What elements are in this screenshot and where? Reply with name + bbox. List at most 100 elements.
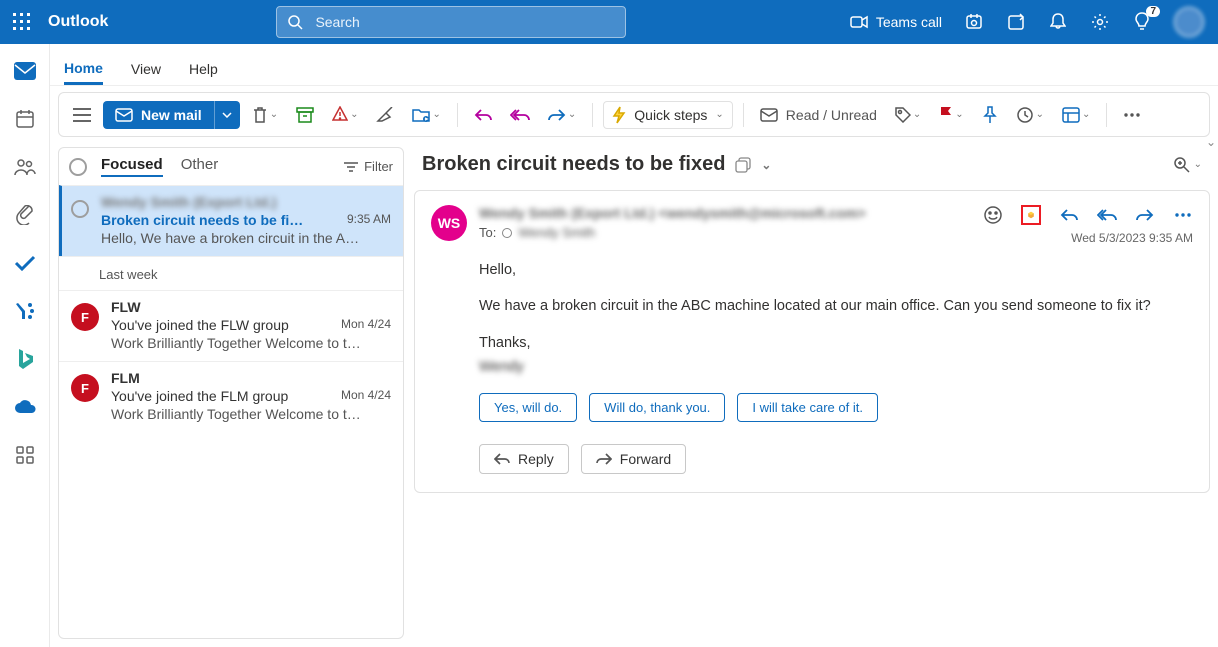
menu-tabs: Home View Help xyxy=(50,44,1218,86)
calendar-rail-icon[interactable] xyxy=(14,108,36,130)
delete-button[interactable]: ⌄ xyxy=(246,102,284,128)
focused-tab[interactable]: Focused xyxy=(101,156,163,177)
forward-button[interactable]: Forward xyxy=(581,444,686,474)
hamburger-icon[interactable] xyxy=(67,104,97,126)
body-thanks: Thanks, xyxy=(479,332,1189,354)
message-subject: You've joined the FLM group xyxy=(111,388,288,404)
message-item[interactable]: F FLM You've joined the FLM group Mon 4/… xyxy=(59,361,403,432)
forward-label: Forward xyxy=(620,451,671,467)
files-rail-icon[interactable] xyxy=(14,204,36,226)
yammer-rail-icon[interactable] xyxy=(14,300,36,322)
quick-steps-label: Quick steps xyxy=(634,107,707,123)
message-list: Focused Other Filter Wendy Smith (Export… xyxy=(58,147,404,639)
mail-rail-icon[interactable] xyxy=(14,60,36,82)
tips-badge: 7 xyxy=(1146,6,1160,17)
select-all-toggle[interactable] xyxy=(69,158,87,176)
reply-all-icon-button[interactable] xyxy=(504,104,536,126)
message-item[interactable]: F FLW You've joined the FLW group Mon 4/… xyxy=(59,290,403,361)
select-circle[interactable] xyxy=(71,200,89,218)
react-icon[interactable] xyxy=(983,205,1003,225)
field-service-addin-icon[interactable] xyxy=(1021,205,1041,225)
left-app-rail xyxy=(0,44,50,647)
notifications-icon[interactable] xyxy=(1048,12,1068,32)
search-box[interactable] xyxy=(276,6,626,38)
presence-icon xyxy=(502,228,512,238)
message-timestamp: Wed 5/3/2023 9:35 AM xyxy=(1071,231,1193,245)
sender-avatar: F xyxy=(71,374,99,402)
suggested-reply-3[interactable]: I will take care of it. xyxy=(737,393,878,422)
teams-call-label: Teams call xyxy=(876,14,942,30)
read-unread-button[interactable]: Read / Unread xyxy=(754,103,883,127)
message-preview: Work Brilliantly Together Welcome to t… xyxy=(111,406,391,422)
tab-help[interactable]: Help xyxy=(189,61,218,85)
my-day-icon[interactable] xyxy=(1006,12,1026,32)
filter-button[interactable]: Filter xyxy=(344,159,393,174)
body-signature: Wendy xyxy=(479,356,524,378)
new-mail-button[interactable]: New mail xyxy=(103,101,214,129)
snooze-button[interactable]: ⌄ xyxy=(1010,102,1050,128)
flag-button[interactable]: ⌄ xyxy=(933,102,969,128)
reply-icon[interactable] xyxy=(1059,205,1079,225)
move-button[interactable]: ⌄ xyxy=(406,103,446,127)
todo-rail-icon[interactable] xyxy=(14,252,36,274)
read-unread-label: Read / Unread xyxy=(786,107,877,123)
more-actions-icon[interactable] xyxy=(1173,205,1193,225)
mail-icon xyxy=(115,108,133,122)
settings-icon[interactable] xyxy=(1090,12,1110,32)
archive-button[interactable] xyxy=(290,103,320,127)
ribbon-expand-icon[interactable]: ⌄ xyxy=(1206,135,1216,149)
message-card: WS Wendy Smith (Export Ltd.) <wendysmith… xyxy=(414,190,1210,493)
suggested-replies: Yes, will do. Will do, thank you. I will… xyxy=(479,393,1193,422)
body-main: We have a broken circuit in the ABC mach… xyxy=(479,295,1189,317)
reading-title: Broken circuit needs to be fixed xyxy=(422,153,725,176)
message-preview: Work Brilliantly Together Welcome to t… xyxy=(111,335,391,351)
teams-call-button[interactable]: Teams call xyxy=(850,14,942,30)
quick-steps-button[interactable]: Quick steps ⌄ xyxy=(603,101,733,129)
message-time: Mon 4/24 xyxy=(341,388,391,404)
chevron-down-icon[interactable]: ⌄ xyxy=(761,158,771,172)
message-item[interactable]: Wendy Smith (Export Ltd.) Broken circuit… xyxy=(59,185,403,256)
tips-icon[interactable]: 7 xyxy=(1132,12,1152,32)
sweep-button[interactable] xyxy=(370,103,400,127)
bing-rail-icon[interactable] xyxy=(14,348,36,370)
message-body: Hello, We have a broken circuit in the A… xyxy=(479,259,1189,379)
suggested-reply-2[interactable]: Will do, thank you. xyxy=(589,393,725,422)
more-apps-rail-icon[interactable] xyxy=(14,444,36,466)
brand-label: Outlook xyxy=(48,13,108,31)
body-greeting: Hello, xyxy=(479,259,1189,281)
sender-avatar: F xyxy=(71,303,99,331)
reply-button[interactable]: Reply xyxy=(479,444,569,474)
suggested-reply-1[interactable]: Yes, will do. xyxy=(479,393,577,422)
reply-all-icon[interactable] xyxy=(1097,205,1117,225)
report-button[interactable]: ⌄ xyxy=(326,102,364,128)
app-launcher-icon[interactable] xyxy=(8,8,36,36)
suite-header: Outlook Teams call 7 xyxy=(0,0,1218,44)
tab-view[interactable]: View xyxy=(131,61,161,85)
message-sender: FLM xyxy=(111,370,140,386)
new-mail-split[interactable] xyxy=(214,101,240,129)
to-label: To: xyxy=(479,225,496,240)
other-tab[interactable]: Other xyxy=(181,156,219,177)
search-icon xyxy=(287,14,303,30)
lightning-icon xyxy=(612,106,626,124)
message-time: 9:35 AM xyxy=(347,212,391,228)
reply-icon-button[interactable] xyxy=(468,104,498,126)
to-value: Wendy Smith xyxy=(518,225,595,240)
tag-button[interactable]: ⌄ xyxy=(889,103,927,127)
forward-icon-button[interactable]: ⌄ xyxy=(542,104,582,126)
tab-home[interactable]: Home xyxy=(64,60,103,85)
pin-button[interactable] xyxy=(976,102,1004,128)
more-ribbon-button[interactable] xyxy=(1117,108,1147,122)
zoom-button[interactable]: ⌄ xyxy=(1174,157,1202,173)
meet-now-icon[interactable] xyxy=(964,12,984,32)
message-preview: Hello, We have a broken circuit in the A… xyxy=(101,230,391,246)
onedrive-rail-icon[interactable] xyxy=(14,396,36,418)
people-rail-icon[interactable] xyxy=(14,156,36,178)
group-header-last-week: Last week xyxy=(59,256,403,290)
filter-label: Filter xyxy=(364,159,393,174)
conversation-settings-icon[interactable] xyxy=(735,157,751,173)
search-input[interactable] xyxy=(313,13,615,31)
print-layout-button[interactable]: ⌄ xyxy=(1056,103,1096,127)
forward-icon[interactable] xyxy=(1135,205,1155,225)
account-avatar[interactable] xyxy=(1174,7,1204,37)
